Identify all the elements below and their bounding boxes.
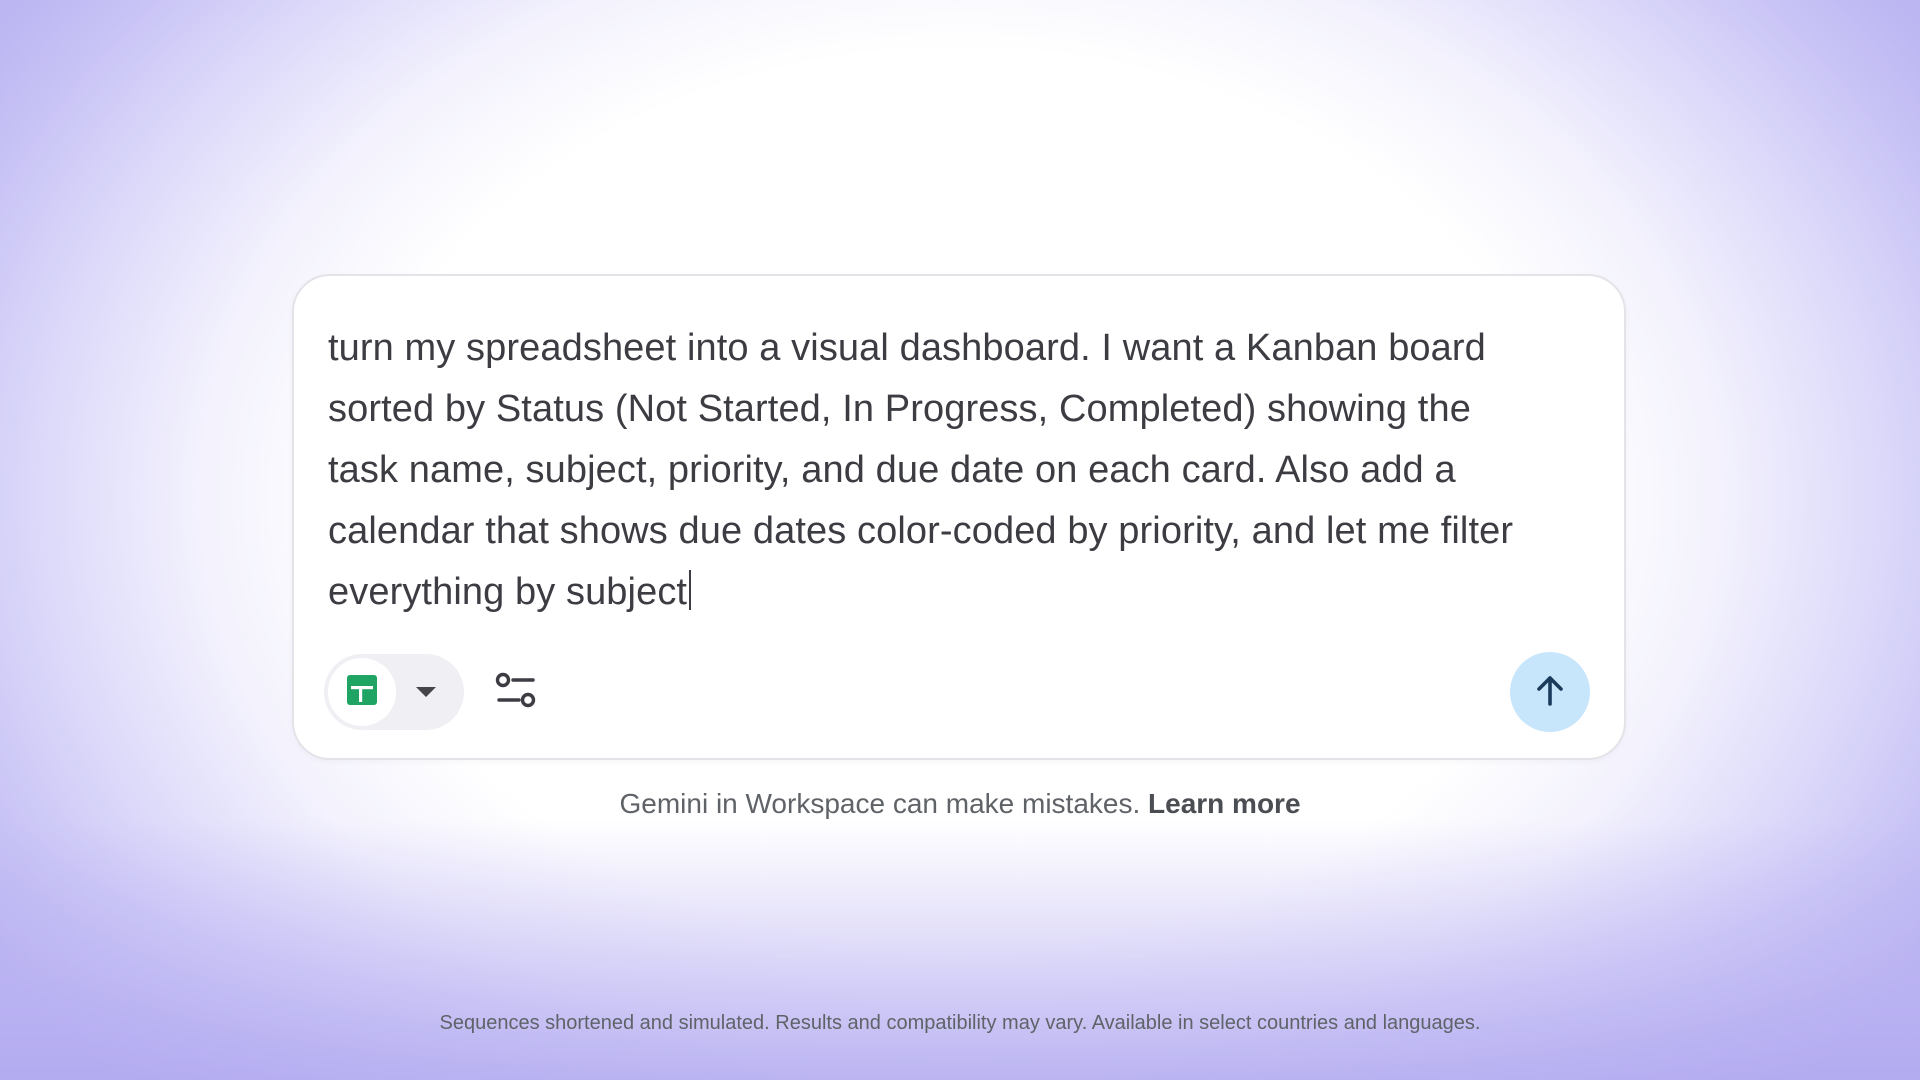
sliders-icon: [495, 671, 537, 714]
prompt-input-card[interactable]: turn my spreadsheet into a visual dashbo…: [292, 274, 1626, 760]
disclaimer-text: Gemini in Workspace can make mistakes.: [619, 788, 1149, 819]
sheets-icon: [347, 674, 377, 710]
page-background: { "prompt": { "text": "turn my spreadshe…: [0, 0, 1920, 1080]
tools-button[interactable]: [490, 666, 542, 718]
text-caret: [689, 570, 692, 610]
arrow-up-icon: [1532, 672, 1568, 713]
prompt-input-text[interactable]: turn my spreadsheet into a visual dashbo…: [328, 318, 1528, 623]
bottom-glow: [0, 820, 1920, 1080]
disclaimer: Gemini in Workspace can make mistakes. L…: [0, 788, 1920, 820]
learn-more-link[interactable]: Learn more: [1148, 788, 1301, 819]
chevron-down-icon[interactable]: [416, 687, 436, 697]
legal-footnote: Sequences shortened and simulated. Resul…: [439, 1012, 1481, 1034]
send-button[interactable]: [1510, 652, 1590, 732]
sheets-source-button[interactable]: [328, 658, 396, 726]
prompt-text-content: turn my spreadsheet into a visual dashbo…: [328, 327, 1514, 613]
source-selector-chip[interactable]: [324, 654, 464, 730]
